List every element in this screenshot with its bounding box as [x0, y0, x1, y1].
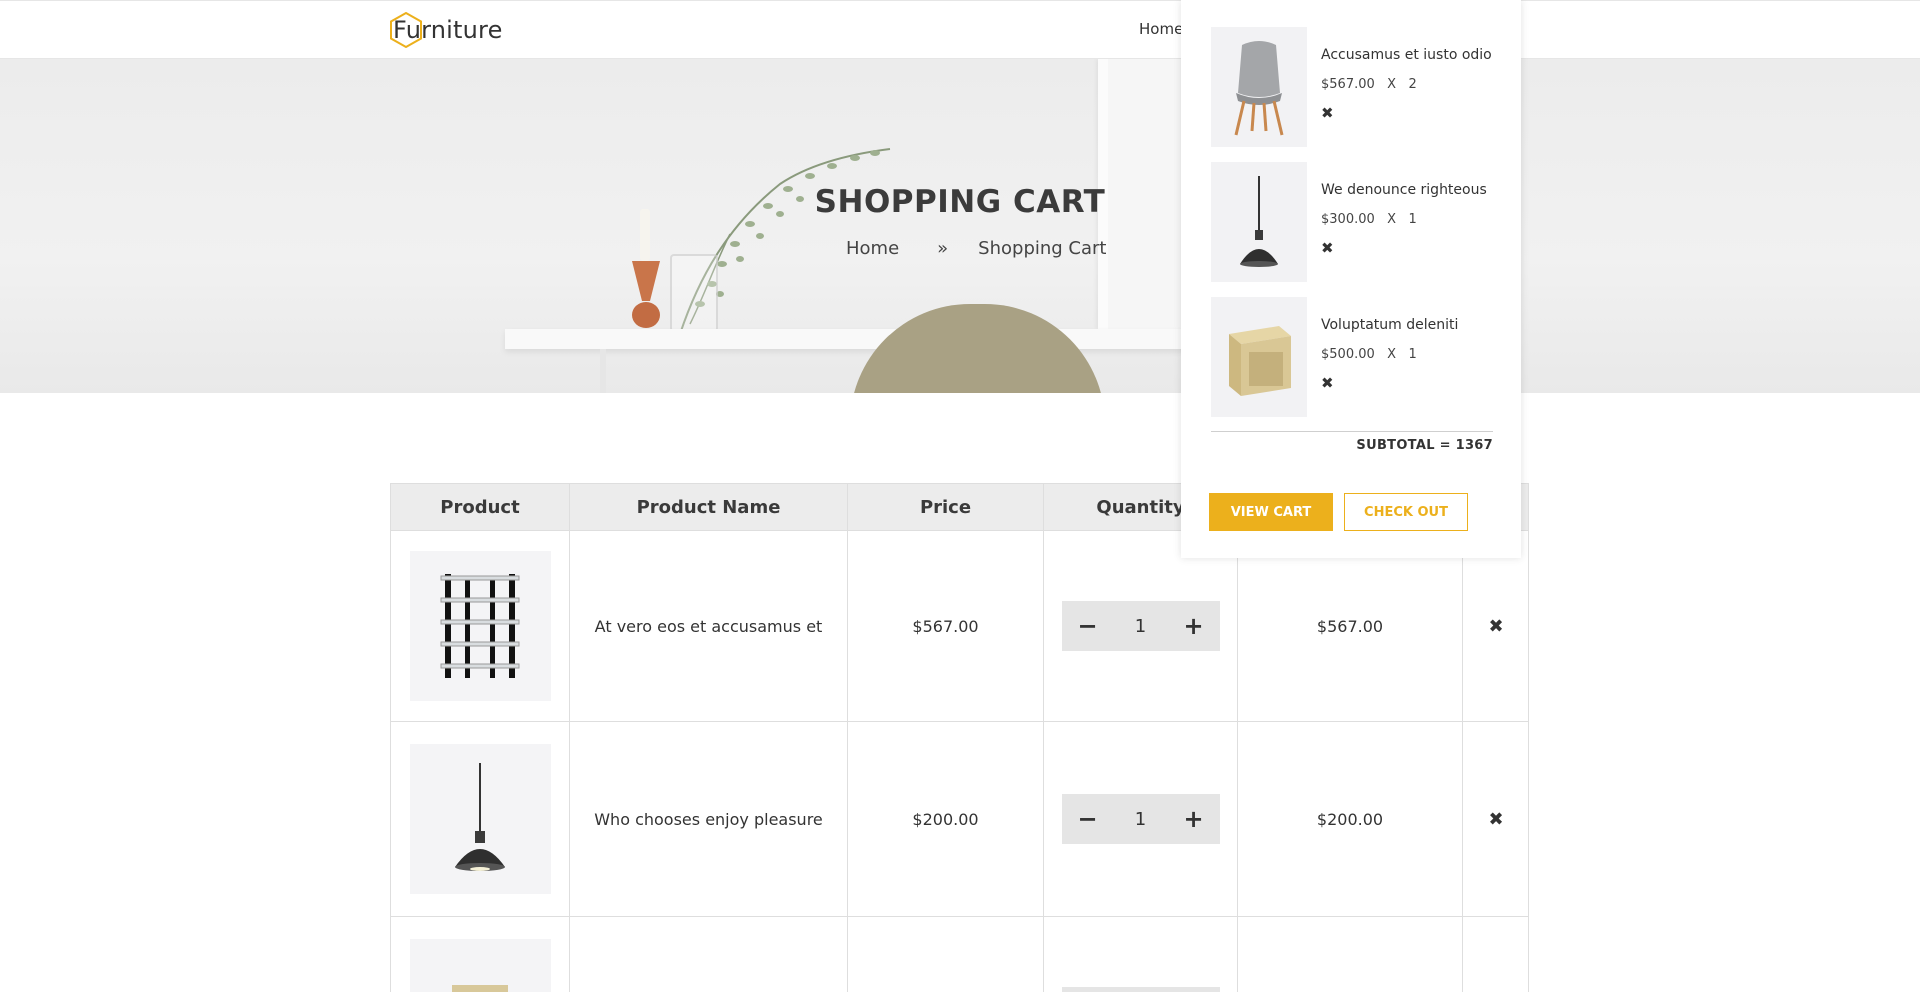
minus-icon[interactable]: −	[1076, 612, 1100, 640]
vase-decoration	[632, 261, 660, 328]
product-name[interactable]: At vero eos et accusamus et	[570, 531, 848, 721]
column-product: Product	[391, 484, 570, 531]
glass-shelf-icon	[440, 574, 520, 678]
quantity-stepper: − 1 +	[1061, 601, 1220, 651]
remove-icon[interactable]: ✖	[1488, 809, 1503, 830]
mini-cart-item: Voluptatum deleniti $500.00 X 1 ✖	[1211, 297, 1501, 417]
glass-jar-decoration	[670, 254, 718, 332]
chair-icon	[1234, 41, 1284, 136]
plus-icon[interactable]: +	[1182, 805, 1206, 833]
mini-cart-item-name[interactable]: We denounce righteous	[1321, 182, 1487, 198]
remove-icon[interactable]: ✖	[1321, 374, 1334, 392]
remove-icon[interactable]: ✖	[1321, 239, 1334, 257]
stool-icon	[1229, 326, 1291, 396]
quantity-value: 1	[1408, 212, 1417, 227]
mini-cart-item-price: $300.00 X 1	[1321, 212, 1417, 227]
product-name[interactable]: Who chooses enjoy pleasure	[570, 722, 848, 916]
breadcrumb-separator-icon: »	[937, 238, 949, 259]
table-row: Who chooses enjoy pleasure $200.00 − 1 +…	[390, 722, 1529, 917]
pendant-lamp-icon	[1240, 176, 1278, 267]
table-row	[390, 917, 1529, 992]
quantity-value: 2	[1408, 77, 1417, 92]
column-price: Price	[848, 484, 1044, 531]
product-thumbnail[interactable]	[409, 551, 551, 701]
breadcrumb: Home » Shopping Cart	[846, 238, 1106, 259]
product-subtotal: $200.00	[1238, 722, 1463, 916]
price-value: $500.00	[1321, 347, 1375, 362]
page-title: SHOPPING CART	[814, 184, 1106, 220]
mini-cart-item: Accusamus et iusto odio $567.00 X 2 ✖	[1211, 27, 1501, 147]
quantity-value: 1	[1408, 347, 1417, 362]
check-out-button[interactable]: CHECK OUT	[1344, 493, 1468, 531]
logo-text: Furniture	[393, 16, 503, 44]
times-sign: X	[1387, 77, 1397, 92]
times-sign: X	[1387, 212, 1397, 227]
mini-cart-thumbnail[interactable]	[1211, 27, 1307, 147]
nav-home[interactable]: Home	[1139, 20, 1183, 38]
mini-cart-dropdown: Accusamus et iusto odio $567.00 X 2 ✖ We…	[1181, 0, 1521, 558]
breadcrumb-home[interactable]: Home	[846, 238, 899, 259]
hero-banner: SHOPPING CART Home » Shopping Cart	[0, 59, 1920, 393]
view-cart-button[interactable]: VIEW CART	[1209, 493, 1333, 531]
minus-icon[interactable]: −	[1076, 805, 1100, 833]
remove-icon[interactable]: ✖	[1321, 104, 1334, 122]
product-thumbnail[interactable]	[409, 939, 551, 992]
times-sign: X	[1387, 347, 1397, 362]
desk-leg-decoration	[600, 349, 606, 393]
quantity-value[interactable]: 1	[1129, 616, 1153, 637]
product-price: $200.00	[848, 722, 1044, 916]
stool-icon	[452, 985, 508, 992]
mini-cart-item-price: $500.00 X 1	[1321, 347, 1417, 362]
mini-cart-subtotal: SUBTOTAL = 1367	[1356, 438, 1493, 453]
mini-cart-item-name[interactable]: Voluptatum deleniti	[1321, 317, 1458, 333]
divider	[1211, 431, 1493, 432]
mini-cart-thumbnail[interactable]	[1211, 297, 1307, 417]
product-price: $567.00	[848, 531, 1044, 721]
remove-icon[interactable]: ✖	[1488, 616, 1503, 637]
product-subtotal: $567.00	[1238, 531, 1463, 721]
price-value: $300.00	[1321, 212, 1375, 227]
price-value: $567.00	[1321, 77, 1375, 92]
breadcrumb-current: Shopping Cart	[978, 238, 1107, 259]
table-row: At vero eos et accusamus et $567.00 − 1 …	[390, 531, 1529, 722]
mini-cart-item: We denounce righteous $300.00 X 1 ✖	[1211, 162, 1501, 282]
pendant-lamp-icon	[455, 763, 505, 871]
mini-cart-item-name[interactable]: Accusamus et iusto odio	[1321, 47, 1492, 63]
logo[interactable]: Furniture	[389, 11, 503, 49]
quantity-value[interactable]: 1	[1129, 809, 1153, 830]
mini-cart-item-price: $567.00 X 2	[1321, 77, 1417, 92]
quantity-stepper[interactable]	[1061, 987, 1220, 992]
mini-cart-thumbnail[interactable]	[1211, 162, 1307, 282]
product-thumbnail[interactable]	[409, 744, 551, 894]
column-product-name: Product Name	[570, 484, 848, 531]
plus-icon[interactable]: +	[1182, 612, 1206, 640]
site-header: Furniture Home ls	[0, 0, 1920, 59]
quantity-stepper: − 1 +	[1061, 794, 1220, 844]
